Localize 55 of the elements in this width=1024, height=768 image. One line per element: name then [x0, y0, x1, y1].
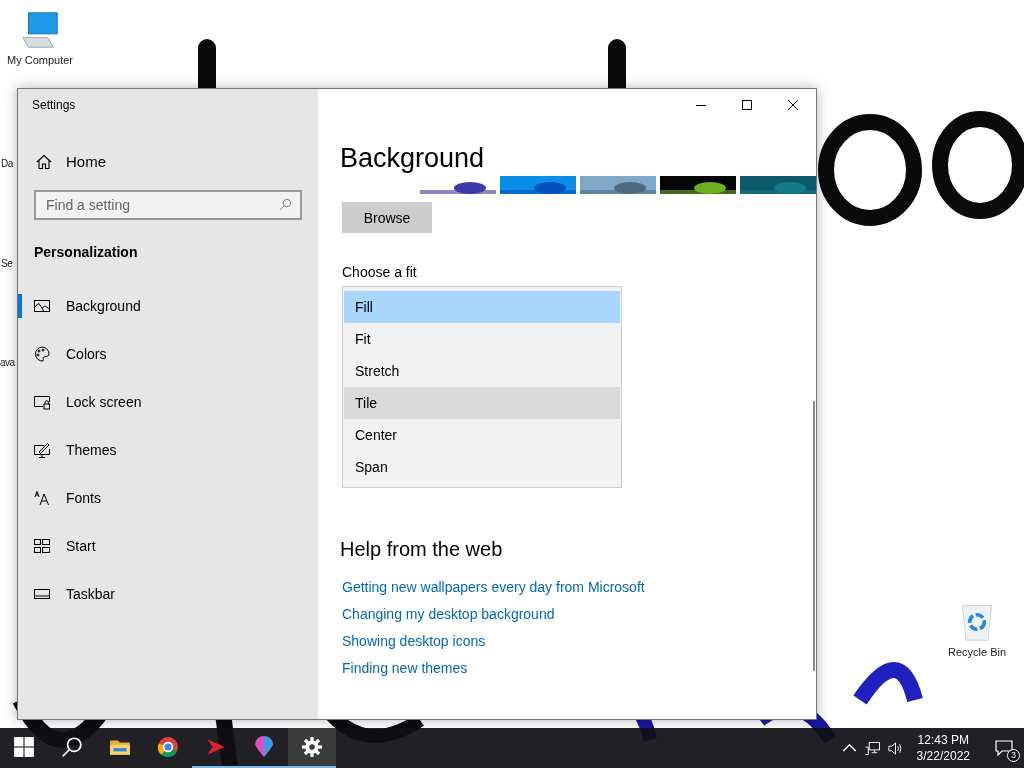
balloon-icon — [253, 736, 275, 758]
theme-icon — [34, 442, 50, 458]
sidebar-item[interactable]: Taskbar — [18, 582, 318, 606]
help-link[interactable]: Showing desktop icons — [342, 633, 645, 650]
lock-icon — [34, 394, 50, 410]
time-text: 12:43 PM — [917, 732, 969, 748]
section-heading: Personalization — [34, 244, 139, 260]
dropdown-option[interactable]: Fit — [344, 323, 620, 355]
search-icon — [279, 198, 292, 211]
clock[interactable]: 12:43 PM 3/22/2022 — [916, 732, 970, 764]
palette-icon — [34, 346, 50, 362]
desktop-icon-label[interactable]: Da — [1, 158, 13, 169]
scrollbar[interactable] — [813, 401, 815, 671]
maximize-icon[interactable] — [742, 100, 752, 110]
date-text: 3/22/2022 — [916, 748, 970, 764]
search-icon — [61, 736, 83, 758]
sidebar-item[interactable]: Fonts — [18, 486, 318, 510]
image-icon — [34, 298, 50, 314]
dropdown-option[interactable]: Center — [344, 419, 620, 451]
dropdown-option[interactable]: Span — [344, 451, 620, 483]
help-link[interactable]: Getting new wallpapers every day from Microsoft — [342, 579, 645, 596]
desktop-icon-label[interactable]: My Computer — [7, 54, 73, 66]
search-field[interactable]: Find a setting — [34, 190, 302, 220]
network-icon[interactable] — [864, 740, 880, 756]
desktop-icon-label[interactable]: Se — [1, 258, 13, 269]
page-heading: Background — [340, 145, 485, 172]
dropdown-option[interactable]: Stretch — [344, 355, 620, 387]
help-link[interactable]: Changing my desktop background — [342, 606, 645, 623]
windows-logo-icon — [13, 736, 35, 758]
desktop-icon-label[interactable]: ava — [0, 357, 15, 368]
notification-icon[interactable] — [995, 740, 1013, 756]
home-link[interactable]: Home — [36, 153, 106, 170]
close-icon[interactable] — [788, 100, 798, 110]
home-icon — [36, 153, 52, 170]
taskbar-button[interactable] — [288, 728, 336, 768]
sidebar-item[interactable]: Colors — [18, 342, 318, 366]
sidebar-item[interactable]: Themes — [18, 438, 318, 462]
field-label: Choose a fit — [342, 264, 417, 280]
font-icon — [34, 490, 50, 506]
sidebar-item[interactable]: Lock screen — [18, 390, 318, 414]
arrow-icon — [205, 736, 227, 758]
browser-icon — [157, 736, 179, 758]
volume-icon[interactable] — [887, 740, 903, 756]
dropdown-option[interactable]: Fill — [344, 291, 620, 323]
taskbar-icon — [34, 586, 50, 602]
sidebar-item[interactable]: Start — [18, 534, 318, 558]
section-heading: Help from the web — [340, 538, 503, 561]
computer-icon[interactable] — [19, 10, 61, 50]
browse-button[interactable]: Browse — [342, 202, 432, 233]
window-title: Settings — [32, 98, 77, 112]
start-icon — [34, 538, 50, 554]
dropdown-option[interactable]: Tile — [344, 387, 620, 419]
help-link[interactable]: Finding new themes — [342, 660, 645, 677]
desktop-icon-label[interactable]: Recycle Bin — [947, 646, 1007, 658]
notification-badge: 3 — [1007, 749, 1020, 762]
